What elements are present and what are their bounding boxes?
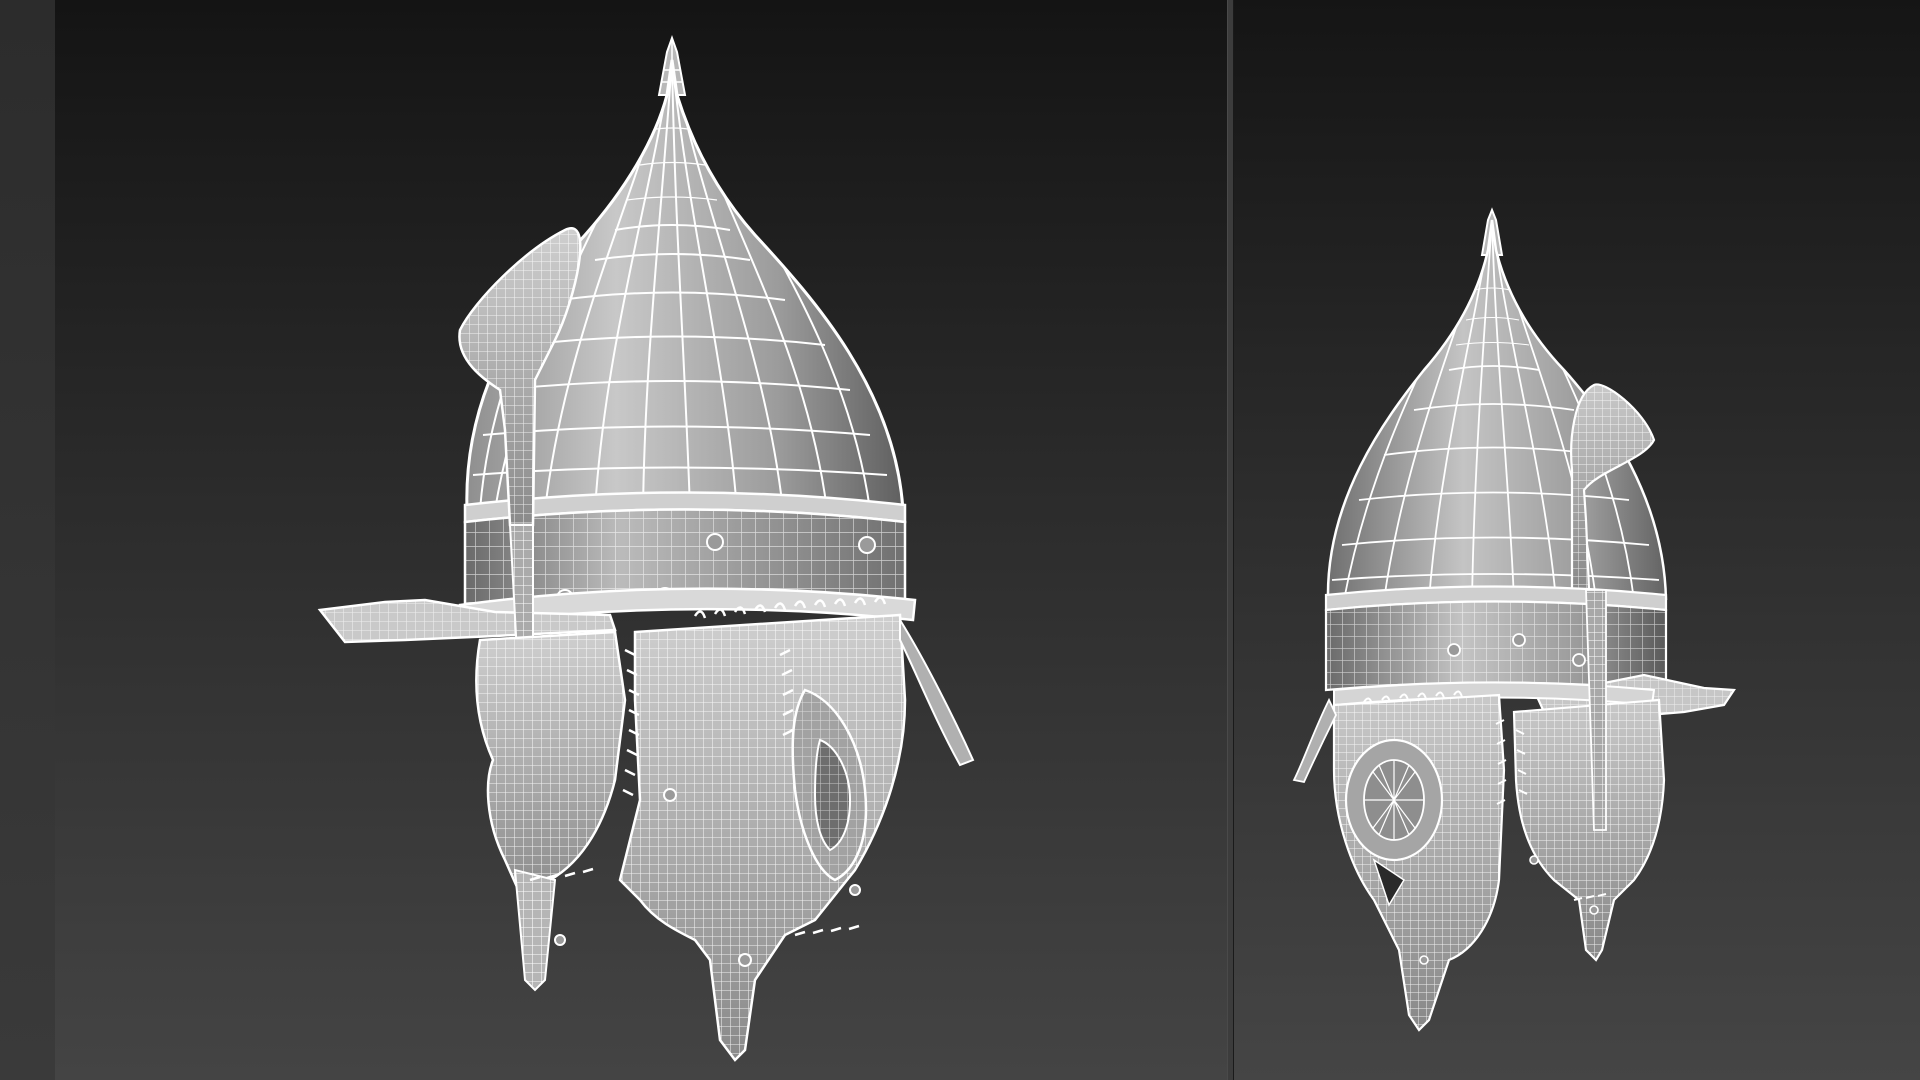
- helmet-model-front[interactable]: [55, 0, 1227, 1080]
- cheek-flap-right-shape-back: [1512, 698, 1666, 962]
- tail-strap-shape: [899, 616, 975, 767]
- tail-strap-shape-back: [1292, 697, 1337, 784]
- viewport-right[interactable]: [1234, 0, 1920, 1080]
- left-side-panel: [0, 0, 55, 1080]
- cheek-flap-left-shape-back: [1332, 693, 1506, 1032]
- band-shape-back: [1324, 600, 1668, 692]
- cheek-flap-left-shape: [475, 630, 627, 908]
- modeling-app-window: [0, 0, 1920, 1080]
- helmet-model-back[interactable]: [1234, 0, 1920, 1080]
- viewport-left[interactable]: [55, 0, 1227, 1080]
- viewport-divider[interactable]: [1227, 0, 1234, 1080]
